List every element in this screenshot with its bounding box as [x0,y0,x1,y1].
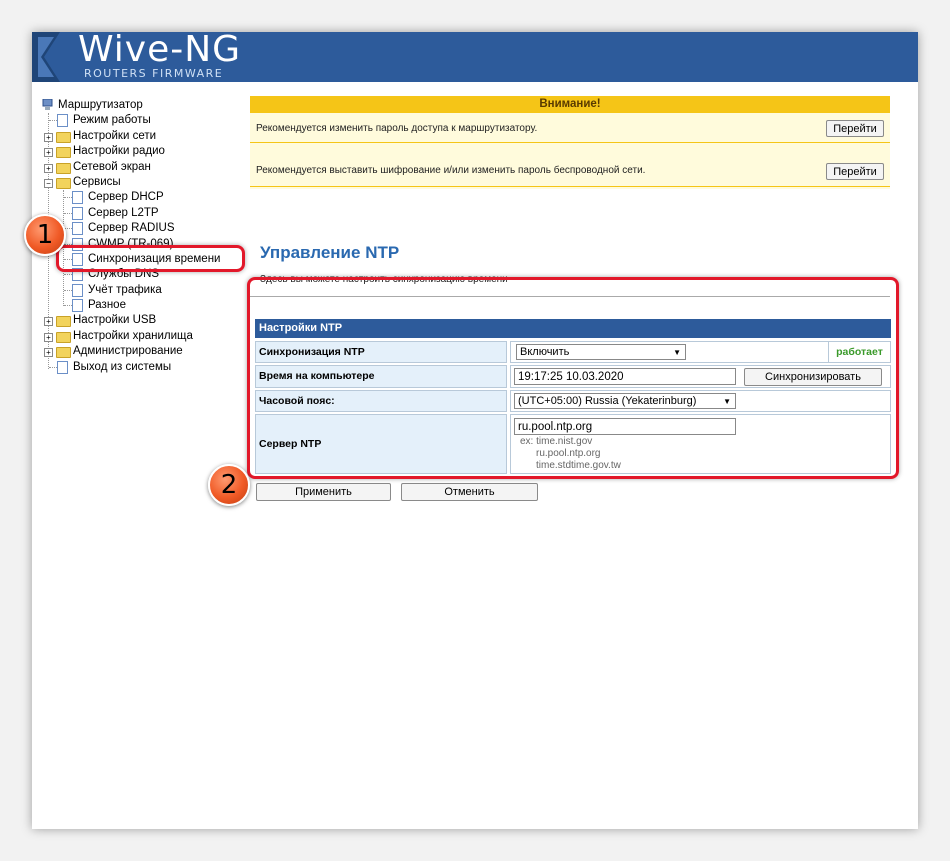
sidebar-item-admin[interactable]: + Администрирование [40,344,250,359]
cancel-button[interactable]: Отменить [401,483,538,501]
page-icon [57,360,68,374]
sidebar-item-label: Сервер RADIUS [88,222,175,235]
sidebar-item-label: Настройки хранилища [73,329,193,342]
folder-icon [56,316,71,328]
sidebar-item-label: Настройки USB [73,314,157,327]
router-icon [42,99,53,110]
sidebar-item-label: Настройки радио [73,145,165,158]
step-badge-2: 2 [208,464,250,506]
page-icon [57,114,68,128]
collapse-icon[interactable]: − [44,178,53,188]
sidebar-item-dhcp[interactable]: Сервер DHCP [40,190,250,205]
page-icon [72,299,83,313]
sidebar-item-label: Настройки сети [73,129,157,142]
sidebar-item-label: Сервисы [73,175,121,188]
folder-icon [56,331,71,343]
expand-icon[interactable]: + [44,317,53,327]
folder-icon [56,131,71,143]
sidebar-item-label: Режим работы [73,114,151,127]
warning-message: Рекомендуется изменить пароль доступа к … [256,123,538,134]
expand-icon[interactable]: + [44,132,53,142]
sidebar-item-misc[interactable]: Разное [40,298,250,313]
expand-icon[interactable]: + [44,163,53,173]
go-wireless-button[interactable]: Перейти [826,163,884,180]
apply-button[interactable]: Применить [256,483,391,501]
warning-divider [250,186,890,187]
logo-subtitle: ROUTERS FIRMWARE [84,67,224,80]
sidebar-item-traffic[interactable]: Учёт трафика [40,283,250,298]
sidebar-item-router[interactable]: Маршрутизатор [40,98,250,113]
page-icon [72,283,83,297]
sidebar-item-network[interactable]: + Настройки сети [40,129,250,144]
header-banner: Wive-NG ROUTERS FIRMWARE [32,32,918,82]
warning-title: Внимание! [250,96,890,113]
warning-divider [250,142,890,143]
sidebar-item-label: Администрирование [73,345,183,358]
sidebar-item-radio[interactable]: + Настройки радио [40,144,250,159]
sidebar-item-mode[interactable]: Режим работы [40,113,250,128]
sidebar-item-label: Сервер L2TP [88,206,159,219]
sidebar-item-radius[interactable]: Сервер RADIUS [40,221,250,236]
sidebar-item-services[interactable]: − Сервисы [40,175,250,190]
page-title: Управление NTP [260,243,400,262]
sidebar-item-l2tp[interactable]: Сервер L2TP [40,206,250,221]
page-icon [72,222,83,236]
sidebar-item-label: Разное [88,299,126,312]
go-password-button[interactable]: Перейти [826,120,884,137]
browser-frame: Wive-NG ROUTERS FIRMWARE Маршрутизатор Р… [24,32,918,829]
sidebar-item-firewall[interactable]: + Сетевой экран [40,160,250,175]
sidebar-tree: Маршрутизатор Режим работы + Настройки с… [40,98,250,375]
folder-icon [56,162,71,174]
folder-icon [56,347,71,359]
sidebar-item-label: Маршрутизатор [58,99,143,111]
sidebar-item-usb[interactable]: + Настройки USB [40,313,250,328]
highlight-ntp-settings [247,277,899,479]
highlight-time-sync [56,245,245,272]
step-badge-1: 1 [24,214,66,256]
sidebar-item-logout[interactable]: Выход из системы [40,360,250,375]
sidebar-item-label: Сервер DHCP [88,191,164,204]
expand-icon[interactable]: + [44,332,53,342]
sidebar-item-label: Сетевой экран [73,160,151,173]
folder-open-icon [56,177,71,189]
page-icon [72,206,83,220]
warning-panel: Внимание! Рекомендуется изменить пароль … [250,96,890,189]
sidebar-item-label: Выход из системы [73,360,172,373]
logo-title: Wive-NG [78,32,242,70]
expand-icon[interactable]: + [44,148,53,158]
sidebar-item-storage[interactable]: + Настройки хранилища [40,329,250,344]
warning-message: Рекомендуется выставить шифрование и/или… [256,165,646,176]
page-icon [72,191,83,205]
sidebar-item-label: Учёт трафика [88,283,162,296]
folder-icon [56,147,71,159]
expand-icon[interactable]: + [44,348,53,358]
